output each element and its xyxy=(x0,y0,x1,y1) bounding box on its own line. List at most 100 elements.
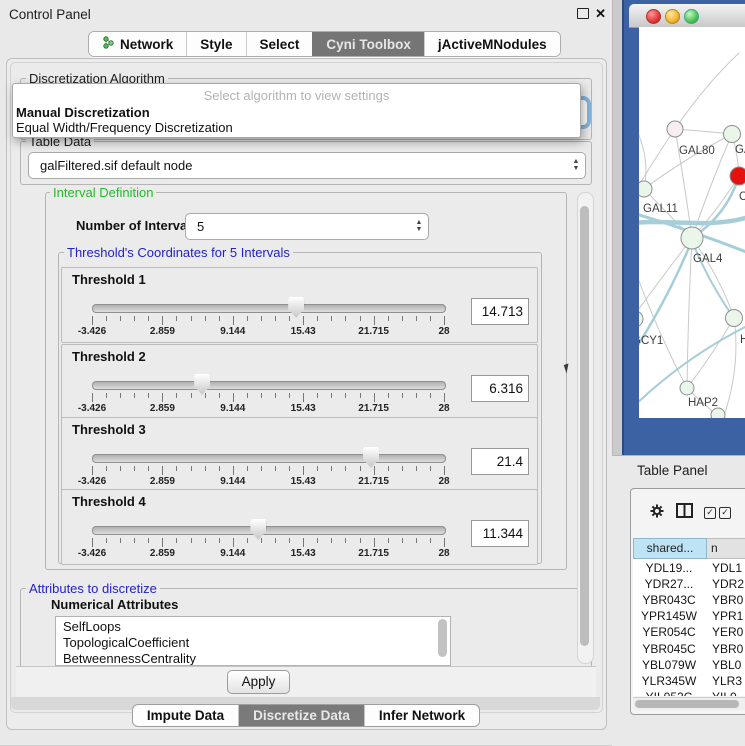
threshold-slider-track[interactable] xyxy=(92,304,446,313)
threshold-panel-4: Threshold 4-3.4262.8599.14415.4321.71528… xyxy=(61,489,538,565)
table-row[interactable]: YBL079WYBL0 xyxy=(633,658,745,674)
threshold-value-field[interactable]: 6.316 xyxy=(471,375,529,402)
threshold-slider-handle[interactable] xyxy=(194,374,210,395)
table-toolbar: ✓ ✓ xyxy=(631,489,745,537)
apply-button[interactable]: Apply xyxy=(227,670,290,694)
num-intervals-combo[interactable]: 5 ▲▼ xyxy=(185,213,429,240)
network-edge[interactable] xyxy=(687,318,734,388)
table-row[interactable]: YBR045CYBR0 xyxy=(633,642,745,658)
threshold-slider-handle[interactable] xyxy=(363,447,379,468)
table-row[interactable]: YBR043CYBR0 xyxy=(633,593,745,609)
table-row[interactable]: YPR145WYPR1 xyxy=(633,609,745,625)
threshold-value-field[interactable]: 14.713 xyxy=(471,298,529,325)
float-window-icon[interactable] xyxy=(577,8,589,19)
bottom-tab-impute-data[interactable]: Impute Data xyxy=(133,705,238,726)
tick-mark xyxy=(120,393,121,398)
attribute-list-item[interactable]: SelfLoops xyxy=(63,619,121,634)
network-node[interactable] xyxy=(680,381,694,395)
tick-mark xyxy=(261,316,262,321)
thresholds-group-title: Threshold's Coordinates for 5 Intervals xyxy=(64,245,293,260)
network-edge[interactable] xyxy=(692,176,739,238)
table-row[interactable]: YDL19...YDL1 xyxy=(633,561,745,577)
bottom-tab-discretize-data[interactable]: Discretize Data xyxy=(238,705,364,726)
checkbox-icon[interactable]: ✓ xyxy=(719,507,731,519)
network-window-titlebar[interactable] xyxy=(629,4,745,28)
tick-mark xyxy=(388,316,389,321)
tick-mark xyxy=(430,393,431,398)
list-scrollbar-thumb[interactable] xyxy=(438,619,447,657)
tick-label: -3.426 xyxy=(78,403,106,414)
scrollbar-thumb[interactable] xyxy=(635,700,739,708)
column-header-name[interactable]: n xyxy=(707,538,745,559)
threshold-value-field[interactable]: 21.4 xyxy=(471,448,529,475)
threshold-slider-handle[interactable] xyxy=(288,297,304,318)
tab-jactivemnodules[interactable]: jActiveMNodules xyxy=(424,32,560,56)
network-node[interactable] xyxy=(724,126,741,143)
threshold-slider-track[interactable] xyxy=(92,526,446,535)
node-label: GAL11 xyxy=(643,203,678,215)
tick-mark xyxy=(289,316,290,321)
tick-mark xyxy=(134,538,135,543)
tick-mark xyxy=(331,316,332,321)
gear-icon[interactable] xyxy=(649,503,665,524)
tick-mark xyxy=(360,393,361,398)
popup-option-manual[interactable]: Manual Discretization xyxy=(16,105,150,120)
network-edge[interactable] xyxy=(675,53,739,129)
tick-mark xyxy=(219,466,220,471)
tick-mark xyxy=(430,538,431,543)
slider-ticks xyxy=(92,538,444,548)
scrollbar-thumb[interactable] xyxy=(580,206,589,646)
tab-select[interactable]: Select xyxy=(246,32,313,56)
attribute-list-item[interactable]: BetweennessCentrality xyxy=(63,651,196,666)
close-icon[interactable]: ✕ xyxy=(595,7,606,20)
tick-mark xyxy=(345,316,346,321)
tick-mark xyxy=(205,538,206,543)
network-canvas[interactable]: GAL80GAGAL11CGAL4GCY1HHAP2 xyxy=(639,27,745,418)
tab-style[interactable]: Style xyxy=(186,32,245,56)
network-node[interactable] xyxy=(730,167,745,185)
table-row[interactable]: YLR345WYLR3 xyxy=(633,674,745,690)
network-edge[interactable] xyxy=(692,238,734,318)
network-edge[interactable] xyxy=(692,176,739,238)
tick-mark xyxy=(219,316,220,321)
panel-vertical-scrollbar[interactable] xyxy=(577,192,594,664)
checkbox-icon[interactable]: ✓ xyxy=(704,507,716,519)
table-row[interactable]: YER054CYER0 xyxy=(633,625,745,641)
cell-name: YIL0 xyxy=(712,690,737,696)
network-node[interactable] xyxy=(681,227,703,249)
tick-mark xyxy=(120,538,121,543)
network-edge[interactable] xyxy=(639,265,687,388)
threshold-slider-track[interactable] xyxy=(92,381,446,390)
table-row[interactable]: YDR27...YDR2 xyxy=(633,577,745,593)
network-node[interactable] xyxy=(726,310,743,327)
tab-network[interactable]: Network xyxy=(89,32,186,56)
table-row[interactable]: YIL052CYIL0 xyxy=(633,690,745,696)
numerical-attributes-list[interactable]: SelfLoopsTopologicalCoefficientBetweenne… xyxy=(55,616,451,666)
network-edge[interactable] xyxy=(644,134,732,189)
tick-mark xyxy=(345,538,346,543)
threshold-value-field[interactable]: 11.344 xyxy=(471,520,529,547)
network-node[interactable] xyxy=(711,408,725,418)
table-data-combo[interactable]: galFiltered.sif default node ▲▼ xyxy=(28,152,586,179)
network-node[interactable] xyxy=(639,311,643,327)
network-node[interactable] xyxy=(667,121,683,137)
column-header-shared[interactable]: shared... xyxy=(633,538,707,559)
table-horizontal-scrollbar[interactable] xyxy=(633,697,745,710)
tick-mark xyxy=(233,316,234,325)
network-node[interactable] xyxy=(639,181,652,197)
attribute-list-item[interactable]: TopologicalCoefficient xyxy=(63,635,189,650)
popup-option-equal-width[interactable]: Equal Width/Frequency Discretization xyxy=(16,120,233,135)
numerical-attributes-heading: Numerical Attributes xyxy=(48,597,181,612)
threshold-slider-track[interactable] xyxy=(92,454,446,463)
tab-cyni-toolbox[interactable]: Cyni Toolbox xyxy=(312,32,424,56)
threshold-slider-handle[interactable] xyxy=(250,519,266,540)
network-edge[interactable] xyxy=(639,238,692,317)
split-columns-icon[interactable] xyxy=(676,503,693,523)
close-traffic-light-icon[interactable] xyxy=(646,9,661,24)
network-edge[interactable] xyxy=(687,238,692,388)
minimize-traffic-light-icon[interactable] xyxy=(665,9,680,24)
zoom-traffic-light-icon[interactable] xyxy=(684,9,699,24)
tick-mark xyxy=(388,393,389,398)
bottom-tab-infer-network[interactable]: Infer Network xyxy=(364,705,479,726)
tick-mark xyxy=(205,393,206,398)
